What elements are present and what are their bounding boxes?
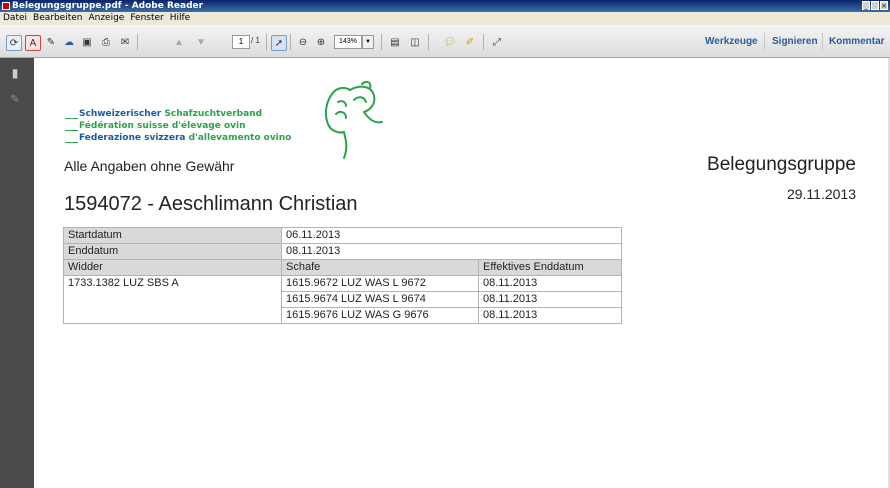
zoom-out-icon[interactable]: ⊖: [296, 35, 310, 49]
logo-underline: [65, 118, 78, 119]
mating-group-table: Startdatum 06.11.2013 Enddatum 08.11.201…: [63, 227, 622, 324]
association-logo-text: Schweizerischer Schafzuchtverband Fédéra…: [79, 108, 291, 144]
email-icon[interactable]: ✉: [118, 35, 132, 49]
enddatum-value: 08.11.2013: [281, 243, 622, 260]
zoom-in-icon[interactable]: ⊕: [314, 35, 328, 49]
menu-hilfe[interactable]: Hilfe: [167, 12, 193, 25]
table-row: Startdatum 06.11.2013: [63, 227, 622, 244]
enddatum-cell: 08.11.2013: [478, 275, 622, 292]
comment-icon[interactable]: 💬︎: [443, 35, 457, 49]
page-number-input[interactable]: 1: [232, 35, 250, 49]
next-page-icon[interactable]: ▼: [194, 35, 208, 49]
page-thumbnails-icon[interactable]: ▮: [9, 66, 21, 80]
startdatum-value: 06.11.2013: [281, 227, 622, 244]
fullscreen-icon[interactable]: ⤢: [490, 35, 504, 49]
window-title: Belegungsgruppe.pdf - Adobe Reader: [12, 1, 204, 11]
startdatum-label: Startdatum: [63, 227, 282, 244]
schaf-cell: 1615.9676 LUZ WAS G 9676: [281, 307, 479, 324]
sheep-logo-icon: [324, 80, 383, 159]
print-icon[interactable]: ⎙: [99, 35, 113, 49]
menu-datei[interactable]: Datei: [0, 12, 30, 25]
disclaimer-text: Alle Angaben ohne Gewähr: [64, 158, 235, 174]
toolbar-separator: [428, 34, 429, 50]
select-cursor-icon[interactable]: ➚: [271, 35, 287, 51]
logo-line1-b: Schafzuchtverband: [164, 109, 263, 119]
page-total: / 1: [251, 36, 260, 45]
close-button[interactable]: ×: [880, 1, 888, 10]
enddatum-cell: 08.11.2013: [478, 291, 622, 308]
window-controls: _ ×: [862, 1, 888, 10]
werkzeuge-link[interactable]: Werkzeuge: [705, 35, 758, 49]
logo-line3-b: d'allevamento ovino: [188, 133, 292, 143]
toolbar-separator: [381, 34, 382, 50]
fit-page-icon[interactable]: ▤: [388, 35, 402, 49]
create-pdf-icon[interactable]: ⟳: [6, 35, 22, 51]
edit-icon[interactable]: ✎: [44, 35, 58, 49]
toolbar-separator: [290, 34, 291, 50]
table-row: 1733.1382 LUZ SBS A 1615.9672 LUZ WAS L …: [63, 275, 622, 324]
schaf-cell: 1615.9672 LUZ WAS L 9672: [281, 275, 479, 292]
enddatum-cell: 08.11.2013: [478, 307, 622, 324]
highlight-icon[interactable]: ✐: [463, 35, 477, 49]
navigation-pane: ▮ ✎: [0, 58, 34, 488]
logo-underline: [65, 130, 78, 131]
kommentar-link[interactable]: Kommentar: [829, 35, 885, 49]
logo-line2-a: Fédération suisse: [79, 121, 172, 131]
enddatum-label: Enddatum: [63, 243, 282, 260]
zoom-level-input[interactable]: 143%: [334, 35, 362, 49]
signieren-link[interactable]: Signieren: [772, 35, 818, 49]
menu-bearbeiten[interactable]: Bearbeiten: [30, 12, 85, 25]
toolbar-separator: [266, 34, 267, 50]
cloud-icon[interactable]: ☁: [62, 35, 76, 49]
attachment-icon[interactable]: ✎: [9, 92, 21, 106]
document-date: 29.11.2013: [786, 186, 856, 202]
save-icon[interactable]: ▣: [80, 35, 94, 49]
toolbar: ⟳ A ✎ ☁ ▣ ⎙ ✉ ▲ ▼ 1 / 1 ➚ ⊖ ⊕ 143% ▼ ▤ ◫…: [0, 25, 890, 58]
widder-cell: 1733.1382 LUZ SBS A: [63, 275, 282, 324]
maximize-button[interactable]: [871, 1, 879, 10]
zoom-dropdown-icon[interactable]: ▼: [362, 35, 374, 49]
column-header-schafe: Schafe: [281, 259, 479, 276]
menu-bar: Datei Bearbeiten Anzeige Fenster Hilfe: [0, 12, 890, 25]
menu-fenster[interactable]: Fenster: [127, 12, 166, 25]
adobe-pdf-icon[interactable]: A: [25, 35, 41, 51]
toolbar-separator: [483, 34, 484, 50]
adobe-reader-icon: [2, 2, 10, 10]
schaf-cell: 1615.9674 LUZ WAS L 9674: [281, 291, 479, 308]
column-header-widder: Widder: [63, 259, 282, 276]
toolbar-separator: [822, 33, 823, 51]
breeder-title: 1594072 - Aeschlimann Christian: [64, 193, 358, 215]
minimize-button[interactable]: _: [862, 1, 870, 10]
previous-page-icon[interactable]: ▲: [172, 35, 186, 49]
toolbar-separator: [764, 33, 765, 51]
fit-width-icon[interactable]: ◫: [408, 35, 422, 49]
toolbar-separator: [137, 34, 138, 50]
logo-line1-a: Schweizerischer: [79, 109, 165, 119]
table-row: Enddatum 08.11.2013: [63, 243, 622, 260]
column-header-enddatum: Effektives Enddatum: [478, 259, 622, 276]
title-bar: Belegungsgruppe.pdf - Adobe Reader _ ×: [0, 0, 890, 12]
table-header-row: Widder Schafe Effektives Enddatum: [63, 259, 622, 276]
logo-line3-a: Federazione svizzera: [79, 133, 189, 143]
menu-anzeige[interactable]: Anzeige: [85, 12, 127, 25]
document-heading: Belegungsgruppe: [707, 154, 856, 175]
logo-underline: [65, 142, 78, 143]
logo-line2-b: d'élevage ovin: [171, 121, 246, 131]
